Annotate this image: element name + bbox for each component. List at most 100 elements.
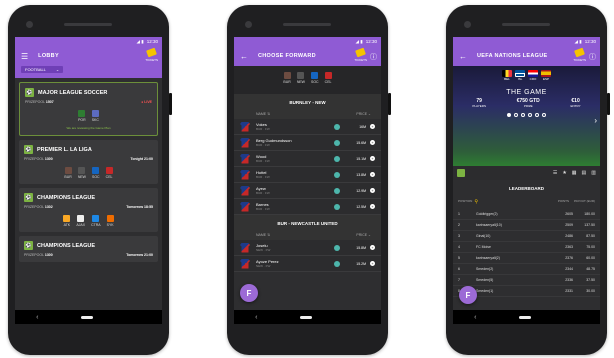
row-points: 2509	[565, 223, 573, 227]
add-player-button[interactable]: +	[370, 172, 375, 177]
flag-labels: BEL ISL CRO ESP	[453, 77, 600, 81]
contest-badge-icon: ⚽	[24, 193, 33, 202]
row-position: 6	[458, 267, 460, 271]
add-player-button[interactable]: +	[370, 124, 375, 129]
team-label: ATK	[63, 223, 71, 227]
speaker	[283, 23, 331, 26]
leaderboard-row[interactable]: 2 karinsaeryall(10) 2509 137.50	[453, 220, 600, 231]
menu-icon[interactable]: ☰	[21, 52, 28, 61]
club-bur[interactable]: BUR	[283, 72, 291, 94]
player-name: Hottel BUR · FW	[256, 170, 334, 179]
star-icon[interactable]: ★	[562, 170, 566, 176]
back-icon[interactable]: ‹	[36, 314, 38, 321]
leaderboard-row[interactable]: 7 Smeden(5) 2336 37.50	[453, 275, 600, 286]
team-logo: ATK	[63, 215, 71, 227]
tickets-icon[interactable]	[146, 47, 157, 58]
tickets-icon[interactable]	[355, 47, 366, 58]
contest-card[interactable]: ⚽ MAJOR LEAGUE SOCCER PRIZEPOOL 1507 ● LIV…	[19, 82, 158, 136]
player-row[interactable]: Barnes BUR · FW 12.5M +	[234, 199, 381, 215]
row-points: 2376	[565, 256, 573, 260]
stat-prize: €750 GTD PRIZE	[517, 98, 540, 108]
club-soc[interactable]: SOC	[311, 72, 319, 94]
shield-icon	[92, 215, 100, 222]
contest-card[interactable]: ⚽ CHAMPIONS LEAGUE PRIZEPOOL 1300 Tomorrow…	[19, 236, 158, 262]
home-button[interactable]	[80, 315, 93, 319]
chevron-right-icon[interactable]: ›	[594, 116, 597, 125]
add-player-button[interactable]: +	[370, 156, 375, 161]
leaderboard-row[interactable]: 5 karinsaeryall(2) 2376 60.00	[453, 253, 600, 264]
leaderboard-row[interactable]: 6 Smeden(2) 2344 48.75	[453, 264, 600, 275]
player-row[interactable]: Ayoze Perez NEW · FW 15.2M +	[234, 256, 381, 272]
player-row[interactable]: Vokes BUR · FW 16M +	[234, 119, 381, 135]
player-position: BUR · FW	[256, 191, 270, 195]
contest-title: CHAMPIONS LEAGUE	[37, 242, 96, 249]
carousel-dot[interactable]	[507, 113, 511, 117]
leaderboard-row[interactable]: 3 Ginai(10) 2486 87.50	[453, 231, 600, 242]
page-title: LOBBY	[38, 53, 59, 59]
back-icon[interactable]: ‹	[474, 314, 476, 321]
col-points: POINTS	[557, 199, 569, 203]
row-position: 5	[458, 256, 460, 260]
club-label: SOC	[310, 80, 319, 84]
sort-name[interactable]: NAME ⇅	[256, 112, 270, 116]
player-row[interactable]: Joselu NEW · FW 15.8M +	[234, 240, 381, 256]
stat-players: 79 PLAYERS	[472, 98, 486, 108]
row-payout: 48.75	[586, 267, 595, 271]
carousel-dot[interactable]	[514, 113, 518, 117]
player-row[interactable]: Ayew BUR · FW 12.9M +	[234, 183, 381, 199]
add-player-button[interactable]: +	[370, 140, 375, 145]
player-row[interactable]: Hottel BUR · FW 13.8M +	[234, 167, 381, 183]
app-bar: ☰ LOBBY TICKETS	[15, 46, 162, 66]
home-button[interactable]	[299, 315, 312, 319]
contest-card[interactable]: ⚽ CHAMPIONS LEAGUE PRIZEPOOL 1302 Tomorrow…	[19, 188, 158, 232]
carousel-dot[interactable]	[535, 113, 539, 117]
add-player-button[interactable]: +	[370, 245, 375, 250]
contest-title: CHAMPIONS LEAGUE	[37, 194, 96, 201]
calendar-icon[interactable]: ▦	[572, 170, 577, 176]
flag-icon	[528, 70, 538, 77]
rules-icon[interactable]: ▤	[582, 170, 587, 176]
tickets-icon[interactable]	[574, 47, 585, 58]
shield-icon	[64, 167, 72, 174]
sort-price[interactable]: PRICE ⌄	[356, 112, 371, 116]
back-arrow-icon[interactable]: ←	[240, 52, 248, 61]
carousel-dot[interactable]	[528, 113, 532, 117]
prize-icon[interactable]: ▥	[591, 170, 596, 176]
leaderboard-row[interactable]: 1 Goldtrigger(2) 2605 180.00	[453, 209, 600, 220]
back-arrow-icon[interactable]: ←	[459, 52, 467, 61]
add-player-button[interactable]: +	[370, 204, 375, 209]
shield-icon	[91, 110, 99, 117]
info-icon[interactable]: ⓘ	[589, 52, 596, 62]
sport-filter-dropdown[interactable]: FOOTBALL ⌄	[21, 66, 64, 73]
power-button	[169, 93, 172, 115]
prize-label: PRIZEPOOL	[24, 205, 44, 209]
formation-fab[interactable]: F	[240, 284, 258, 302]
player-name: Ayew BUR · FW	[256, 186, 334, 195]
formation-fab[interactable]: F	[459, 286, 477, 304]
carousel-dot[interactable]	[542, 113, 546, 117]
team-logo: SYK	[106, 215, 114, 227]
leaderboard-row[interactable]: 4 FC Moise 2363 75.00	[453, 242, 600, 253]
status-icon	[334, 155, 340, 162]
carousel-dots	[453, 113, 600, 117]
sort-name[interactable]: NAME ⇅	[256, 233, 270, 237]
row-name: Ginai(10)	[476, 234, 491, 238]
signal-icon: ◢ ▮	[136, 39, 144, 44]
player-row[interactable]: Berg Gudmundsson BUR · FW 15.6M +	[234, 135, 381, 151]
home-button[interactable]	[518, 315, 531, 319]
back-icon[interactable]: ‹	[255, 314, 257, 321]
club-cel[interactable]: CEL	[324, 72, 332, 94]
player-row[interactable]: Wood BUR · FW 15.1M +	[234, 151, 381, 167]
list-icon[interactable]: ☰	[553, 170, 557, 176]
sort-price[interactable]: PRICE ⌄	[356, 233, 371, 237]
info-icon[interactable]: ⓘ	[370, 52, 377, 62]
row-payout: 60.00	[586, 256, 595, 260]
club-new[interactable]: NEW	[297, 72, 305, 94]
carousel-dot[interactable]	[521, 113, 525, 117]
add-player-button[interactable]: +	[370, 188, 375, 193]
contest-card[interactable]: ⚽ PREMIER L. LA LIGA PRIZEPOOL 1300 Tonigh…	[19, 140, 158, 184]
prize-label: PRIZEPOOL	[24, 157, 44, 161]
team-logo-skc: SKC	[92, 110, 99, 122]
contest-badge-icon: ⚽	[24, 145, 33, 154]
add-player-button[interactable]: +	[370, 261, 375, 266]
